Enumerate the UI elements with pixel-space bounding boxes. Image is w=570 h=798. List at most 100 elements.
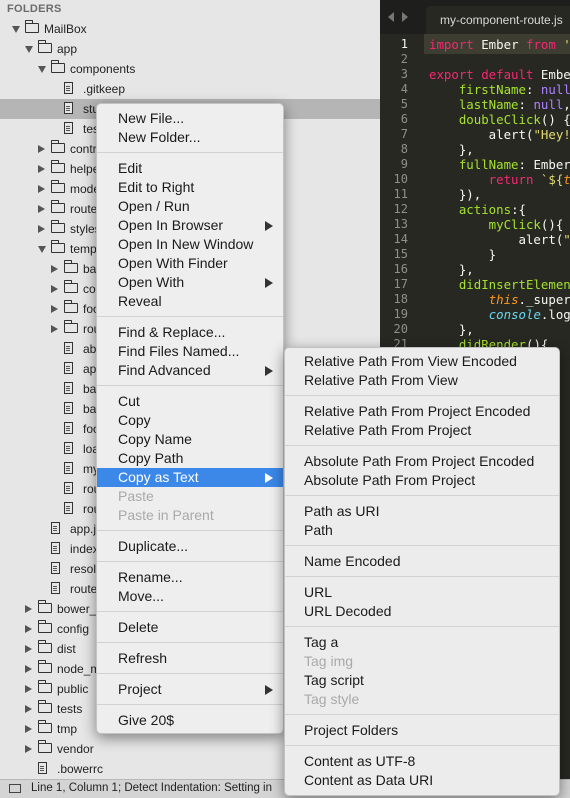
menu-item-open-in-browser[interactable]: Open In Browser [97, 216, 283, 235]
menu-item-edit[interactable]: Edit [97, 159, 283, 178]
menu-item-new-folder[interactable]: New Folder... [97, 128, 283, 147]
file-icon [64, 102, 73, 114]
menu-item-relative-path-from-project-encoded[interactable]: Relative Path From Project Encoded [285, 402, 559, 421]
disclosure-open-icon[interactable] [12, 26, 20, 33]
code-token: didInsertElement [429, 277, 570, 292]
tree-item-label: route [70, 582, 98, 596]
menu-item-project-folders[interactable]: Project Folders [285, 721, 559, 740]
menu-item-tag-a[interactable]: Tag a [285, 633, 559, 652]
menu-item-open-in-new-window[interactable]: Open In New Window [97, 235, 283, 254]
menu-item-label: Copy [118, 412, 151, 428]
folder-icon [51, 220, 65, 233]
disclosure-closed-icon[interactable] [25, 725, 32, 733]
disclosure-closed-icon[interactable] [51, 325, 58, 333]
menu-item-copy[interactable]: Copy [97, 411, 283, 430]
forward-arrow-icon[interactable] [402, 12, 408, 22]
file-item[interactable]: .gitkeep [0, 79, 380, 99]
tab-my-component-route[interactable]: my-component-route.js [426, 6, 570, 34]
menu-separator [285, 714, 559, 715]
disclosure-closed-icon[interactable] [38, 205, 45, 213]
tree-item-label: app [57, 42, 78, 56]
disclosure-closed-icon[interactable] [25, 665, 32, 673]
menu-item-duplicate[interactable]: Duplicate... [97, 537, 283, 556]
line-number: 11 [393, 187, 408, 201]
menu-item-give-20[interactable]: Give 20$ [97, 711, 283, 730]
menu-item-project[interactable]: Project [97, 680, 283, 699]
menu-item-label: Open With Finder [118, 255, 228, 271]
disclosure-closed-icon[interactable] [25, 645, 32, 653]
menu-item-open-run[interactable]: Open / Run [97, 197, 283, 216]
tree-item-label: helpe [70, 162, 100, 176]
menu-item-copy-name[interactable]: Copy Name [97, 430, 283, 449]
menu-item-label: URL Decoded [304, 603, 392, 619]
menu-item-new-file[interactable]: New File... [97, 109, 283, 128]
menu-item-open-with-finder[interactable]: Open With Finder [97, 254, 283, 273]
disclosure-closed-icon[interactable] [25, 705, 32, 713]
menu-item-reveal[interactable]: Reveal [97, 292, 283, 311]
file-icon [64, 342, 73, 354]
menu-item-copy-path[interactable]: Copy Path [97, 449, 283, 468]
folder-item[interactable]: MailBox [0, 19, 380, 39]
menu-item-find-advanced[interactable]: Find Advanced [97, 361, 283, 380]
menu-item-delete[interactable]: Delete [97, 618, 283, 637]
menu-item-path[interactable]: Path [285, 521, 559, 540]
tab-label: my-component-route.js [440, 13, 563, 27]
menu-item-content-as-data-uri[interactable]: Content as Data URI [285, 771, 559, 790]
menu-item-label: Absolute Path From Project [304, 472, 476, 488]
disclosure-closed-icon[interactable] [38, 145, 45, 153]
disclosure-closed-icon[interactable] [38, 225, 45, 233]
folder-item[interactable]: components [0, 59, 380, 79]
menu-item-relative-path-from-view[interactable]: Relative Path From View [285, 371, 559, 390]
menu-item-url-decoded[interactable]: URL Decoded [285, 602, 559, 621]
code-line: }, [429, 142, 474, 157]
menu-item-url[interactable]: URL [285, 583, 559, 602]
menu-item-refresh[interactable]: Refresh [97, 649, 283, 668]
menu-item-rename[interactable]: Rename... [97, 568, 283, 587]
folder-item[interactable]: app [0, 39, 380, 59]
disclosure-open-icon[interactable] [38, 246, 46, 253]
menu-item-path-as-uri[interactable]: Path as URI [285, 502, 559, 521]
disclosure-closed-icon[interactable] [25, 625, 32, 633]
menu-item-relative-path-from-view-encoded[interactable]: Relative Path From View Encoded [285, 352, 559, 371]
back-arrow-icon[interactable] [388, 12, 394, 22]
menu-item-content-as-utf-8[interactable]: Content as UTF-8 [285, 752, 559, 771]
disclosure-closed-icon[interactable] [38, 185, 45, 193]
disclosure-closed-icon[interactable] [25, 745, 32, 753]
disclosure-closed-icon[interactable] [25, 605, 32, 613]
menu-item-label: Open In New Window [118, 236, 254, 252]
menu-item-label: Absolute Path From Project Encoded [304, 453, 535, 469]
menu-item-tag-script[interactable]: Tag script [285, 671, 559, 690]
menu-item-copy-as-text[interactable]: Copy as Text [97, 468, 283, 487]
disclosure-closed-icon[interactable] [51, 305, 58, 313]
disclosure-open-icon[interactable] [25, 46, 33, 53]
menu-item-open-with[interactable]: Open With [97, 273, 283, 292]
file-icon [64, 362, 73, 374]
disclosure-closed-icon[interactable] [51, 285, 58, 293]
menu-item-move[interactable]: Move... [97, 587, 283, 606]
code-token: console [488, 307, 541, 322]
menu-item-label: Delete [118, 619, 159, 635]
menu-item-absolute-path-from-project[interactable]: Absolute Path From Project [285, 471, 559, 490]
disclosure-closed-icon[interactable] [25, 685, 32, 693]
panel-toggle-icon[interactable] [9, 784, 21, 793]
menu-item-find-files-named[interactable]: Find Files Named... [97, 342, 283, 361]
menu-item-edit-to-right[interactable]: Edit to Right [97, 178, 283, 197]
code-token: "f [563, 232, 570, 247]
menu-item-label: Content as Data URI [304, 772, 434, 788]
tree-item-label: route [70, 202, 98, 216]
menu-item-cut[interactable]: Cut [97, 392, 283, 411]
menu-item-find-replace[interactable]: Find & Replace... [97, 323, 283, 342]
disclosure-closed-icon[interactable] [38, 165, 45, 173]
sidebar-title: FOLDERS [7, 3, 62, 15]
disclosure-open-icon[interactable] [38, 66, 46, 73]
folder-icon [64, 280, 78, 293]
menu-item-label: Edit [118, 160, 143, 176]
menu-item-name-encoded[interactable]: Name Encoded [285, 552, 559, 571]
tree-item-label: bower_ [57, 602, 97, 616]
tree-item-label: .gitkeep [83, 82, 126, 96]
menu-item-absolute-path-from-project-encoded[interactable]: Absolute Path From Project Encoded [285, 452, 559, 471]
menu-item-relative-path-from-project[interactable]: Relative Path From Project [285, 421, 559, 440]
folder-icon [38, 40, 52, 53]
menu-item-label: Copy as Text [118, 469, 199, 485]
disclosure-closed-icon[interactable] [51, 265, 58, 273]
